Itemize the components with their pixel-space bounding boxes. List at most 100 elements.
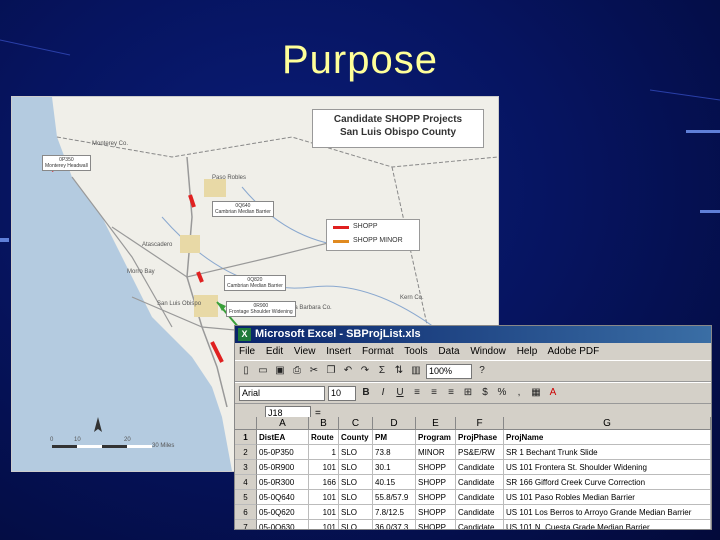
column-header-g[interactable]: G xyxy=(504,417,711,430)
cell-proj-phase[interactable]: ProjPhase xyxy=(456,430,504,445)
cell-program[interactable]: SHOPP xyxy=(416,490,456,505)
copy-icon[interactable]: ❐ xyxy=(324,364,338,378)
cell-route[interactable]: 166 xyxy=(309,475,339,490)
cell-proj-name[interactable]: US 101 Paso Robles Median Barrier xyxy=(504,490,711,505)
cell-proj-phase[interactable]: Candidate xyxy=(456,520,504,529)
merge-icon[interactable]: ⊞ xyxy=(461,386,475,400)
cell-pm[interactable]: 73.8 xyxy=(373,445,416,460)
cell-dist-ea[interactable]: 05-0R300 xyxy=(257,475,309,490)
cell-proj-name[interactable]: ProjName xyxy=(504,430,711,445)
font-color-icon[interactable]: A xyxy=(546,386,560,400)
cell-proj-phase[interactable]: Candidate xyxy=(456,460,504,475)
cell-proj-name[interactable]: US 101 N. Cuesta Grade Median Barrier xyxy=(504,520,711,529)
align-right-icon[interactable]: ≡ xyxy=(444,386,458,400)
menu-window[interactable]: Window xyxy=(470,346,506,357)
column-header-f[interactable]: F xyxy=(456,417,504,430)
row-header[interactable]: 7 xyxy=(235,520,257,529)
cell-dist-ea[interactable]: 05-0Q640 xyxy=(257,490,309,505)
cell-pm[interactable]: PM xyxy=(373,430,416,445)
spreadsheet-grid[interactable]: A B C D E F G 1 DistEA Route County PM Progra… xyxy=(235,417,711,529)
cell-dist-ea[interactable]: 05-0P350 xyxy=(257,445,309,460)
zoom-select[interactable]: 100% xyxy=(426,363,472,379)
font-name-select[interactable]: Arial xyxy=(239,385,325,401)
open-icon[interactable]: ▭ xyxy=(256,364,270,378)
column-header-e[interactable]: E xyxy=(416,417,456,430)
menu-data[interactable]: Data xyxy=(438,346,459,357)
cell-proj-name[interactable]: US 101 Los Berros to Arroyo Grande Media… xyxy=(504,505,711,520)
excel-window[interactable]: X Microsoft Excel - SBProjList.xls File … xyxy=(234,325,712,530)
cell-dist-ea[interactable]: 05-0Q620 xyxy=(257,505,309,520)
save-icon[interactable]: ▣ xyxy=(273,364,287,378)
column-header-a[interactable]: A xyxy=(257,417,309,430)
italic-icon[interactable]: I xyxy=(376,386,390,400)
chart-icon[interactable]: ▥ xyxy=(409,364,423,378)
menu-edit[interactable]: Edit xyxy=(266,346,283,357)
menu-tools[interactable]: Tools xyxy=(404,346,427,357)
row-header[interactable]: 5 xyxy=(235,490,257,505)
menu-format[interactable]: Format xyxy=(362,346,394,357)
help-icon[interactable]: ? xyxy=(475,364,489,378)
cell-pm[interactable]: 55.8/57.9 xyxy=(373,490,416,505)
cell-program[interactable]: MINOR xyxy=(416,445,456,460)
row-header[interactable]: 4 xyxy=(235,475,257,490)
bold-icon[interactable]: B xyxy=(359,386,373,400)
menu-adobe-pdf[interactable]: Adobe PDF xyxy=(548,346,600,357)
column-header-c[interactable]: C xyxy=(339,417,373,430)
undo-icon[interactable]: ↶ xyxy=(341,364,355,378)
cell-program[interactable]: SHOPP xyxy=(416,520,456,529)
cell-county[interactable]: SLO xyxy=(339,445,373,460)
excel-title-bar[interactable]: X Microsoft Excel - SBProjList.xls xyxy=(235,326,711,343)
align-left-icon[interactable]: ≡ xyxy=(410,386,424,400)
cell-proj-phase[interactable]: Candidate xyxy=(456,505,504,520)
cell-pm[interactable]: 40.15 xyxy=(373,475,416,490)
cell-route[interactable]: 101 xyxy=(309,490,339,505)
cell-county[interactable]: SLO xyxy=(339,460,373,475)
cell-proj-phase[interactable]: PS&E/RW xyxy=(456,445,504,460)
cell-county[interactable]: SLO xyxy=(339,520,373,529)
column-header-d[interactable]: D xyxy=(373,417,416,430)
cell-program[interactable]: Program xyxy=(416,430,456,445)
menu-view[interactable]: View xyxy=(294,346,316,357)
cell-proj-name[interactable]: SR 1 Bechant Trunk Slide xyxy=(504,445,711,460)
cell-pm[interactable]: 7.8/12.5 xyxy=(373,505,416,520)
row-header[interactable]: 2 xyxy=(235,445,257,460)
cut-icon[interactable]: ✂ xyxy=(307,364,321,378)
row-header[interactable]: 6 xyxy=(235,505,257,520)
underline-icon[interactable]: U xyxy=(393,386,407,400)
menu-help[interactable]: Help xyxy=(517,346,538,357)
cell-county[interactable]: SLO xyxy=(339,505,373,520)
cell-route[interactable]: 101 xyxy=(309,505,339,520)
cell-county[interactable]: SLO xyxy=(339,490,373,505)
cell-dist-ea[interactable]: DistEA xyxy=(257,430,309,445)
cell-route[interactable]: 1 xyxy=(309,445,339,460)
cell-proj-name[interactable]: US 101 Frontera St. Shoulder Widening xyxy=(504,460,711,475)
align-center-icon[interactable]: ≡ xyxy=(427,386,441,400)
cell-dist-ea[interactable]: 05-0Q630 xyxy=(257,520,309,529)
cell-pm[interactable]: 36.0/37.3 xyxy=(373,520,416,529)
cell-proj-name[interactable]: SR 166 Gifford Creek Curve Correction xyxy=(504,475,711,490)
cell-program[interactable]: SHOPP xyxy=(416,475,456,490)
select-all-corner[interactable] xyxy=(235,417,257,430)
borders-icon[interactable]: ▦ xyxy=(529,386,543,400)
cell-county[interactable]: County xyxy=(339,430,373,445)
cell-dist-ea[interactable]: 05-0R900 xyxy=(257,460,309,475)
cell-proj-phase[interactable]: Candidate xyxy=(456,490,504,505)
redo-icon[interactable]: ↷ xyxy=(358,364,372,378)
new-icon[interactable]: ▯ xyxy=(239,364,253,378)
sort-icon[interactable]: ⇅ xyxy=(392,364,406,378)
row-header[interactable]: 3 xyxy=(235,460,257,475)
cell-program[interactable]: SHOPP xyxy=(416,460,456,475)
menu-file[interactable]: File xyxy=(239,346,255,357)
percent-icon[interactable]: % xyxy=(495,386,509,400)
font-size-select[interactable]: 10 xyxy=(328,385,356,401)
cell-program[interactable]: SHOPP xyxy=(416,505,456,520)
comma-icon[interactable]: , xyxy=(512,386,526,400)
print-icon[interactable]: ⎙ xyxy=(290,364,304,378)
cell-route[interactable]: Route xyxy=(309,430,339,445)
currency-icon[interactable]: $ xyxy=(478,386,492,400)
cell-route[interactable]: 101 xyxy=(309,520,339,529)
autosum-icon[interactable]: Σ xyxy=(375,364,389,378)
cell-county[interactable]: SLO xyxy=(339,475,373,490)
row-header[interactable]: 1 xyxy=(235,430,257,445)
cell-pm[interactable]: 30.1 xyxy=(373,460,416,475)
